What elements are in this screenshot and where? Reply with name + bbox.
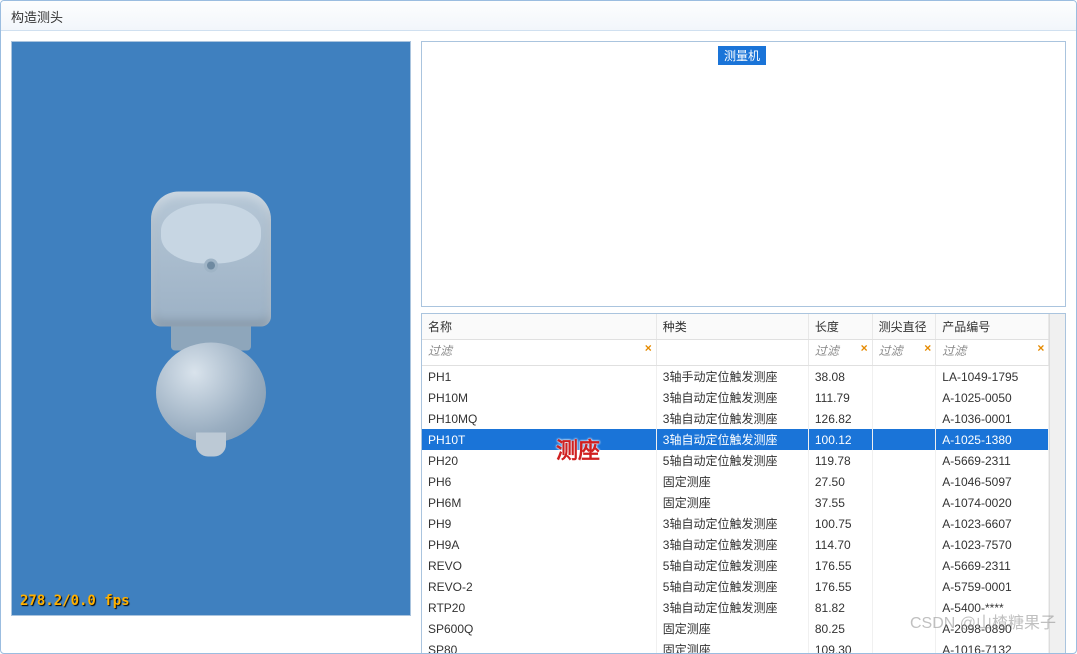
- table-row[interactable]: PH10MQ3轴自动定位触发测座126.82A-1036-0001: [422, 408, 1049, 429]
- filter-type[interactable]: [656, 340, 808, 366]
- table-row[interactable]: PH10M3轴自动定位触发测座111.79A-1025-0050: [422, 387, 1049, 408]
- tree-root-node[interactable]: 测量机: [718, 46, 766, 65]
- col-header-tipdia[interactable]: 测尖直径: [872, 314, 936, 340]
- col-header-type[interactable]: 种类: [656, 314, 808, 340]
- table-row[interactable]: RTP203轴自动定位触发测座81.82A-5400-****: [422, 597, 1049, 618]
- fps-overlay: 278.2/0.0 fps: [20, 593, 130, 609]
- table-row[interactable]: PH93轴自动定位触发测座100.75A-1023-6607: [422, 513, 1049, 534]
- table-row[interactable]: PH10T3轴自动定位触发测座100.12A-1025-1380: [422, 429, 1049, 450]
- dialog-window: 构造测头 278.2/0.0 fps 测量机: [0, 0, 1077, 654]
- col-header-product[interactable]: 产品编号: [936, 314, 1049, 340]
- 3d-viewport[interactable]: 278.2/0.0 fps: [11, 41, 411, 616]
- clear-filter-icon[interactable]: ×: [1037, 341, 1044, 355]
- table-row[interactable]: REVO-25轴自动定位触发测座176.55A-5759-0001: [422, 576, 1049, 597]
- parts-table[interactable]: 名称 种类 长度 测尖直径 产品编号 过滤× 过滤× 过滤× 过滤×: [421, 313, 1066, 654]
- col-header-length[interactable]: 长度: [808, 314, 872, 340]
- filter-tipdia[interactable]: 过滤×: [872, 340, 936, 366]
- scrollbar[interactable]: [1049, 314, 1065, 654]
- table-row[interactable]: SP600Q固定测座80.25A-2098-0890: [422, 618, 1049, 639]
- filter-length[interactable]: 过滤×: [808, 340, 872, 366]
- table-row[interactable]: PH9A3轴自动定位触发测座114.70A-1023-7570: [422, 534, 1049, 555]
- assembly-tree[interactable]: 测量机: [421, 41, 1066, 307]
- table-row[interactable]: PH205轴自动定位触发测座119.78A-5669-2311: [422, 450, 1049, 471]
- clear-filter-icon[interactable]: ×: [645, 341, 652, 355]
- table-row[interactable]: PH13轴手动定位触发测座38.08LA-1049-1795: [422, 366, 1049, 388]
- titlebar: 构造测头: [1, 1, 1076, 31]
- table-row[interactable]: PH6固定测座27.50A-1046-5097: [422, 471, 1049, 492]
- filter-name[interactable]: 过滤×: [422, 340, 656, 366]
- table-row[interactable]: SP80固定测座109.30A-1016-7132: [422, 639, 1049, 654]
- table-row[interactable]: PH6M固定测座37.55A-1074-0020: [422, 492, 1049, 513]
- col-header-name[interactable]: 名称: [422, 314, 656, 340]
- probe-model: [141, 192, 281, 443]
- clear-filter-icon[interactable]: ×: [924, 341, 931, 355]
- filter-product[interactable]: 过滤×: [936, 340, 1049, 366]
- table-row[interactable]: REVO5轴自动定位触发测座176.55A-5669-2311: [422, 555, 1049, 576]
- window-title: 构造测头: [11, 10, 63, 25]
- clear-filter-icon[interactable]: ×: [861, 341, 868, 355]
